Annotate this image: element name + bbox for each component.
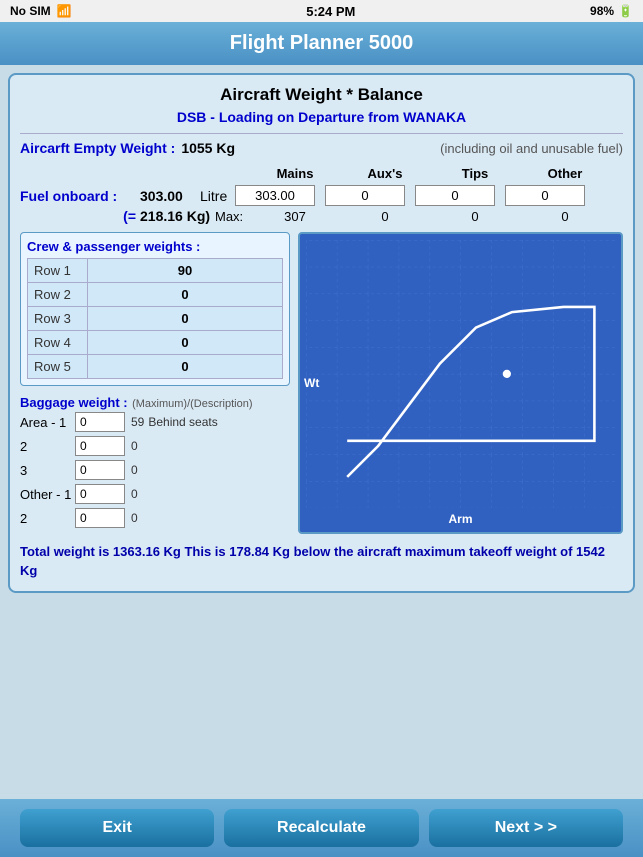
baggage-header: Baggage weight : (Maximum)/(Description)	[20, 394, 290, 412]
baggage-title: Baggage weight :	[20, 395, 128, 410]
fuel-value: 303.00	[140, 188, 200, 204]
baggage-area-input[interactable]	[75, 460, 125, 480]
baggage-area-input[interactable]	[75, 436, 125, 456]
crew-row-value[interactable]	[88, 259, 283, 283]
crew-row: Row 1	[28, 259, 283, 283]
title-bar: Flight Planner 5000	[0, 22, 643, 65]
baggage-row: 2 0	[20, 436, 290, 456]
crew-table: Row 1 Row 2 Row 3 Row 4 Row 5	[27, 258, 283, 379]
crew-card: Crew & passenger weights : Row 1 Row 2 R…	[20, 232, 290, 386]
recalculate-button[interactable]: Recalculate	[224, 809, 418, 847]
chart-arm-label: Arm	[448, 512, 472, 526]
baggage-area-label: Area - 1	[20, 415, 75, 430]
total-weight-text: Total weight is 1363.16 Kg This is 178.8…	[20, 542, 623, 581]
baggage-area-label: 2	[20, 439, 75, 454]
crew-row-value[interactable]	[88, 283, 283, 307]
crew-title: Crew & passenger weights :	[27, 239, 283, 254]
fuel-max-other: 0	[520, 209, 610, 224]
baggage-area-label: 3	[20, 463, 75, 478]
baggage-area-max: 0	[131, 439, 138, 453]
fuel-section: Mains Aux's Tips Other Fuel onboard : 30…	[20, 166, 623, 224]
time-label: 5:24 PM	[306, 4, 355, 19]
fuel-eq-label: (=	[20, 208, 140, 224]
baggage-area-input[interactable]	[75, 484, 125, 504]
crew-row-label: Row 2	[28, 283, 88, 307]
crew-row: Row 2	[28, 283, 283, 307]
fuel-max-mains: 307	[250, 209, 340, 224]
baggage-row: Other - 1 0	[20, 484, 290, 504]
fuel-inputs-row: Fuel onboard : 303.00 Litre	[20, 185, 623, 206]
exit-button[interactable]: Exit	[20, 809, 214, 847]
divider-1	[20, 133, 623, 134]
fuel-col-other: Other	[520, 166, 610, 181]
crew-row: Row 4	[28, 331, 283, 355]
baggage-area-label: Other - 1	[20, 487, 75, 502]
status-right: 98% 🔋	[590, 4, 633, 18]
baggage-area-input[interactable]	[75, 508, 125, 528]
left-panel: Crew & passenger weights : Row 1 Row 2 R…	[20, 232, 290, 534]
fuel-input-mains[interactable]	[235, 185, 315, 206]
fuel-max-row: (= 218.16 Kg) Max: 307 0 0 0	[20, 208, 623, 224]
chart-svg	[306, 240, 615, 508]
chart-wt-label: Wt	[304, 376, 319, 390]
carrier-label: No SIM	[10, 4, 51, 18]
section-heading: Aircraft Weight * Balance	[20, 85, 623, 105]
wifi-icon: 📶	[57, 4, 72, 18]
next-button[interactable]: Next > >	[429, 809, 623, 847]
crew-row-label: Row 3	[28, 307, 88, 331]
fuel-inputs	[235, 185, 595, 206]
baggage-sub: (Maximum)/(Description)	[132, 398, 252, 410]
fuel-max-auxs: 0	[340, 209, 430, 224]
crew-row: Row 5	[28, 355, 283, 379]
crew-row-value[interactable]	[88, 331, 283, 355]
fuel-label: Fuel onboard :	[20, 188, 140, 204]
baggage-areas: Area - 1 59 Behind seats 2 0 3 0 Other -…	[20, 412, 290, 528]
battery-icon: 🔋	[618, 4, 633, 18]
fuel-col-tips: Tips	[430, 166, 520, 181]
main-content: Aircraft Weight * Balance DSB - Loading …	[0, 65, 643, 799]
fuel-unit: Litre	[200, 188, 235, 204]
subtitle: DSB - Loading on Departure from WANAKA	[20, 109, 623, 125]
baggage-area-max: 0	[131, 463, 138, 477]
baggage-area-max: 59	[131, 415, 144, 429]
chart-panel: Wt Arm	[298, 232, 623, 534]
baggage-area-input[interactable]	[75, 412, 125, 432]
fuel-input-other[interactable]	[505, 185, 585, 206]
baggage-row: 2 0	[20, 508, 290, 528]
empty-weight-note: (including oil and unusable fuel)	[440, 141, 623, 156]
baggage-area-label: 2	[20, 511, 75, 526]
main-card: Aircraft Weight * Balance DSB - Loading …	[8, 73, 635, 593]
fuel-kg-value: 218.16 Kg)	[140, 208, 215, 224]
bottom-bar: Exit Recalculate Next > >	[0, 799, 643, 857]
status-left: No SIM 📶	[10, 4, 72, 18]
baggage-row: Area - 1 59 Behind seats	[20, 412, 290, 432]
lower-section: Crew & passenger weights : Row 1 Row 2 R…	[20, 232, 623, 534]
fuel-col-mains: Mains	[250, 166, 340, 181]
baggage-row: 3 0	[20, 460, 290, 480]
fuel-input-auxs[interactable]	[325, 185, 405, 206]
crew-row-label: Row 5	[28, 355, 88, 379]
fuel-input-tips[interactable]	[415, 185, 495, 206]
crew-row-label: Row 4	[28, 331, 88, 355]
empty-weight-value: 1055 Kg	[181, 140, 235, 156]
crew-row-value[interactable]	[88, 355, 283, 379]
baggage-area-max: 0	[131, 511, 138, 525]
baggage-section: Baggage weight : (Maximum)/(Description)…	[20, 394, 290, 528]
crew-row-label: Row 1	[28, 259, 88, 283]
battery-label: 98%	[590, 4, 614, 18]
fuel-max-tips: 0	[430, 209, 520, 224]
crew-row: Row 3	[28, 307, 283, 331]
app-title: Flight Planner 5000	[230, 32, 413, 54]
fuel-headers: Mains Aux's Tips Other	[250, 166, 623, 181]
baggage-area-desc: Behind seats	[148, 415, 217, 429]
status-bar: No SIM 📶 5:24 PM 98% 🔋	[0, 0, 643, 22]
empty-weight-label: Aircarft Empty Weight :	[20, 140, 175, 156]
baggage-area-max: 0	[131, 487, 138, 501]
fuel-max-values: 307 0 0 0	[250, 209, 610, 224]
fuel-col-auxs: Aux's	[340, 166, 430, 181]
fuel-max-label: Max:	[215, 209, 250, 224]
empty-weight-row: Aircarft Empty Weight : 1055 Kg (includi…	[20, 140, 623, 156]
crew-row-value[interactable]	[88, 307, 283, 331]
